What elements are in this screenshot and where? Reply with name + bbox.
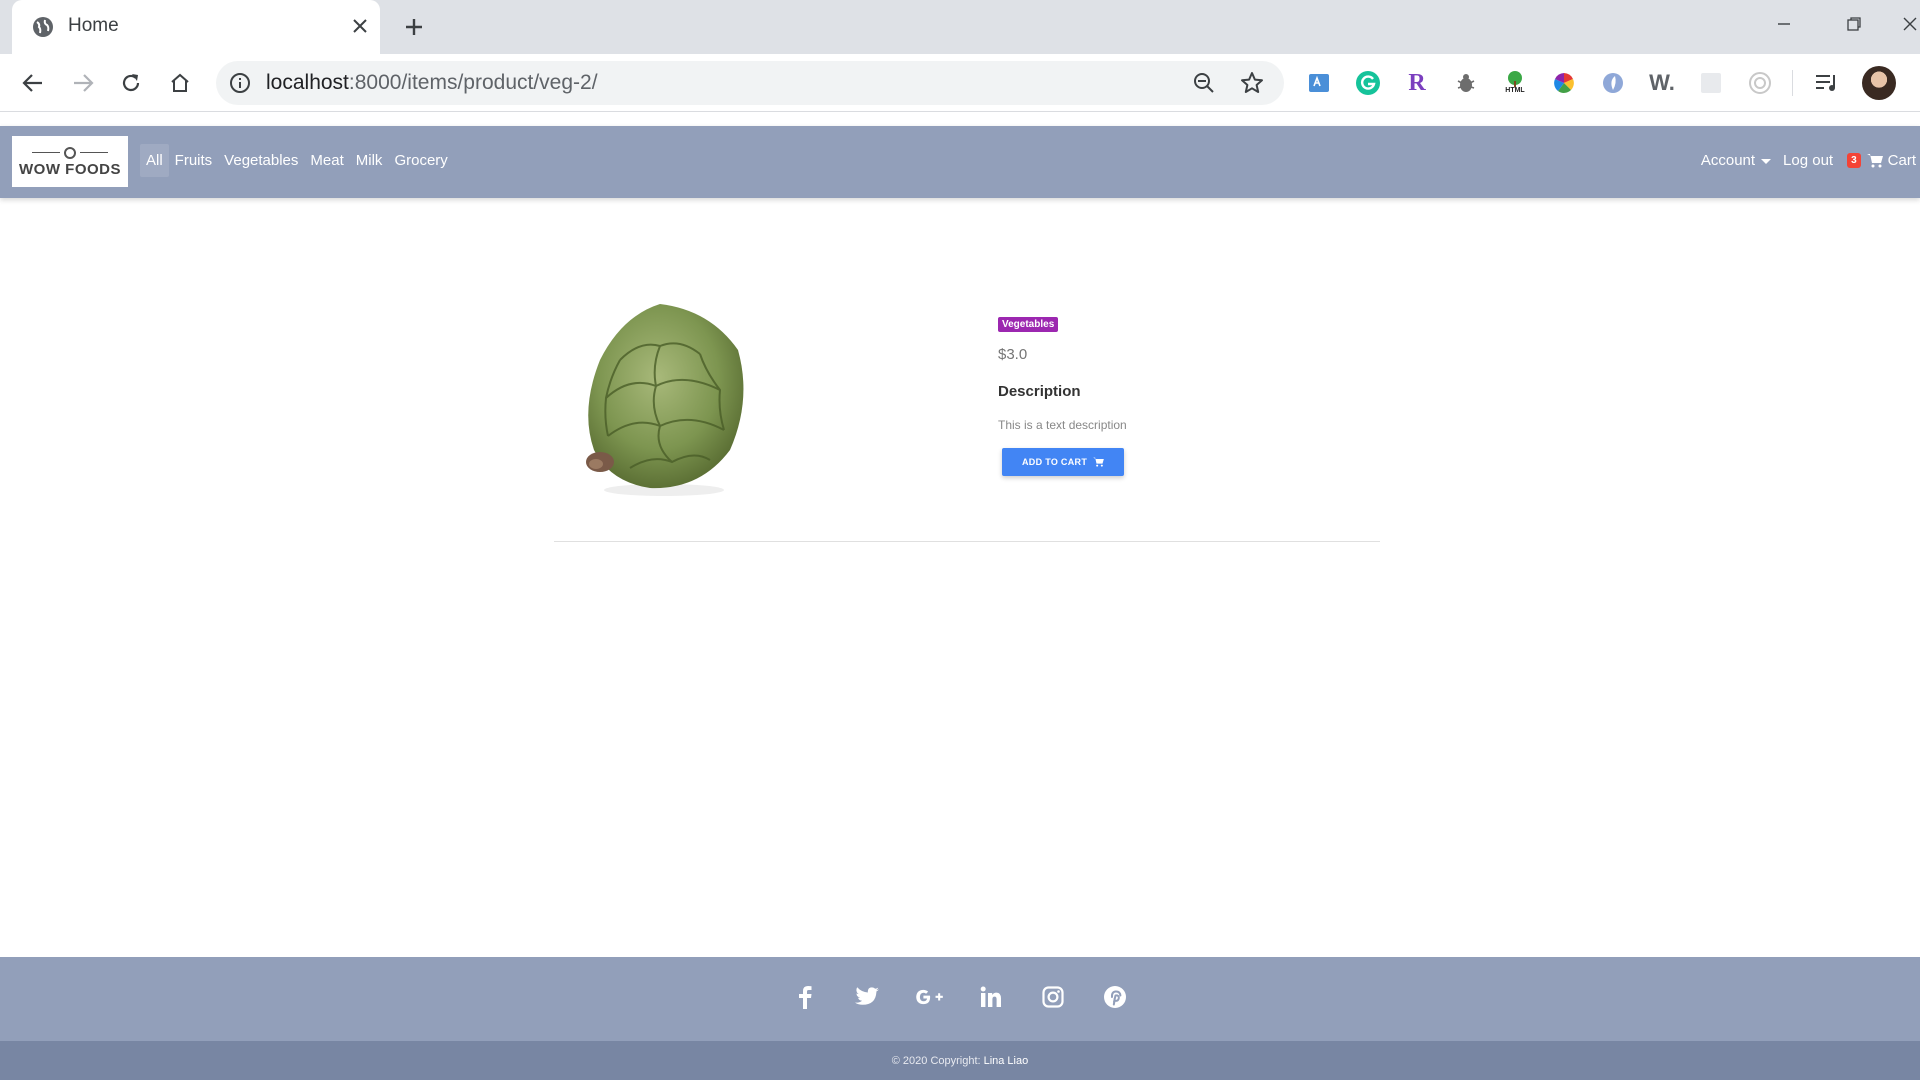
address-bar[interactable]: localhost:8000/items/product/veg-2/ [216,61,1284,105]
description-heading: Description [998,383,1081,400]
color-wheel-icon[interactable] [1549,68,1579,98]
blank-extension-icon[interactable] [1696,68,1726,98]
add-to-cart-button[interactable]: ADD TO CART [1002,448,1125,476]
product-info: Vegetables $3.0 Description This is a te… [998,314,1127,476]
info-icon[interactable] [228,71,252,95]
copyright-text: © 2020 Copyright: [891,1054,981,1067]
r-extension-icon[interactable]: R [1402,68,1432,98]
browser-tab-bar: Home [0,0,1920,54]
facebook-icon[interactable] [791,983,819,1011]
home-icon[interactable] [161,64,199,102]
media-control-icon[interactable] [1812,68,1842,98]
nav-link-vegetables[interactable]: Vegetables [218,144,304,177]
html-label: HTML [1505,87,1525,94]
tab-title: Home [68,15,119,36]
site-footer [0,957,1920,1041]
bookmark-star-icon[interactable] [1238,69,1266,97]
cart-link[interactable]: Cart [1866,152,1916,169]
cart-label: Cart [1887,152,1916,169]
url-text[interactable]: localhost:8000/items/product/veg-2/ [266,71,598,95]
toolbar-divider [1792,70,1793,96]
translate-icon[interactable] [1304,68,1334,98]
pinterest-icon[interactable] [1101,983,1129,1011]
twitter-icon[interactable] [853,983,881,1011]
bug-icon[interactable] [1451,68,1481,98]
site-navbar: WOW FOODS All Fruits Vegetables Meat Mil… [0,126,1920,198]
logo-text: WOW FOODS [19,160,121,178]
author-link[interactable]: Lina Liao [984,1055,1029,1067]
logout-link[interactable]: Log out [1777,144,1839,177]
cart-count-badge: 3 [1847,153,1861,168]
account-dropdown[interactable]: Account [1695,144,1777,177]
cart-icon [1866,154,1883,168]
product-price: $3.0 [998,346,1028,363]
shield-icon[interactable] [1598,68,1628,98]
nav-link-fruits[interactable]: Fruits [169,144,219,177]
w-extension-icon[interactable]: W. [1647,68,1677,98]
browser-toolbar: localhost:8000/items/product/veg-2/ R HT… [0,54,1920,112]
category-badge[interactable]: Vegetables [998,317,1059,332]
nav-link-all[interactable]: All [140,144,169,177]
url-path: :8000/items/product/veg-2/ [348,71,598,94]
globe-icon [32,16,54,38]
profile-avatar[interactable] [1862,66,1896,100]
html-tree-icon[interactable]: HTML [1500,68,1530,98]
add-to-cart-label: ADD TO CART [1022,457,1088,467]
new-tab-icon[interactable] [399,12,429,42]
copyright-bar: © 2020 Copyright: Lina Liao [0,1041,1920,1080]
google-plus-icon[interactable] [915,983,943,1011]
url-host: localhost [266,71,349,94]
nav-link-milk[interactable]: Milk [350,144,389,177]
category-nav: All Fruits Vegetables Meat Milk Grocery [140,144,454,177]
linkedin-icon[interactable] [977,983,1005,1011]
back-icon[interactable] [14,64,52,102]
description-text: This is a text description [998,418,1127,432]
caret-down-icon [1761,158,1772,164]
social-links [0,983,1920,1011]
zoom-out-icon[interactable] [1190,69,1218,97]
minimize-icon[interactable] [1766,6,1802,42]
browser-tab[interactable]: Home [12,0,380,54]
nav-link-meat[interactable]: Meat [304,144,349,177]
reload-icon[interactable] [112,64,150,102]
close-tab-icon[interactable] [346,12,374,40]
nav-link-grocery[interactable]: Grocery [388,144,453,177]
forward-icon[interactable] [64,64,102,102]
close-window-icon[interactable] [1900,6,1920,42]
cart-icon [1093,457,1104,467]
account-label: Account [1700,152,1756,169]
restore-icon[interactable] [1836,6,1872,42]
content-divider [554,541,1380,542]
target-extension-icon[interactable] [1745,68,1775,98]
account-nav: Account Log out 3 Cart [1695,144,1916,177]
logo-mark-icon [32,146,108,160]
grammarly-icon[interactable] [1353,68,1383,98]
instagram-icon[interactable] [1039,983,1067,1011]
site-logo[interactable]: WOW FOODS [12,136,128,187]
product-image [560,290,760,510]
